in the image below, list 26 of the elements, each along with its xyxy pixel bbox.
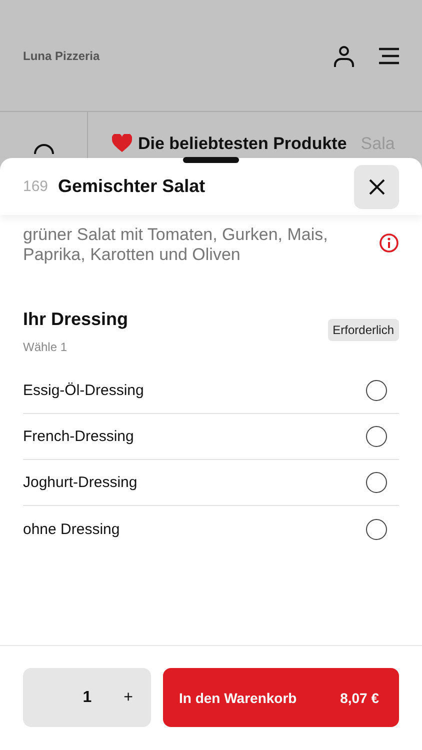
required-badge: Erforderlich — [328, 319, 399, 341]
user-icon[interactable] — [332, 44, 356, 68]
option-label: ohne Dressing — [23, 520, 120, 538]
group-hint: Wähle 1 — [23, 340, 68, 354]
radio-button[interactable] — [366, 472, 387, 493]
quantity-value: 1 — [82, 688, 92, 706]
group-title: Ihr Dressing — [23, 309, 130, 330]
increase-button[interactable]: + — [124, 688, 133, 706]
restaurant-name: Luna Pizzeria — [23, 48, 101, 62]
product-number: 169 — [23, 178, 48, 195]
category-tab[interactable]: Die beliebtesten Produkte — [138, 134, 347, 154]
option-label: Essig-Öl-Dressing — [23, 382, 144, 399]
option-label: Joghurt-Dressing — [23, 474, 138, 491]
heart-icon — [112, 134, 132, 152]
product-description: grüner Salat mit Tomaten, Gurken, Mais, Paprika, Karotten und Oliven — [23, 225, 329, 265]
radio-button[interactable] — [366, 426, 387, 447]
drag-handle[interactable] — [183, 157, 239, 163]
option-label: French-Dressing — [23, 428, 134, 445]
product-name: Gemischter Salat — [58, 176, 206, 197]
info-icon[interactable] — [379, 233, 399, 253]
close-button[interactable] — [354, 164, 399, 208]
radio-button[interactable] — [366, 518, 387, 540]
radio-button[interactable] — [366, 380, 387, 401]
menu-icon[interactable] — [378, 46, 400, 64]
close-icon — [368, 178, 384, 194]
add-to-cart-button[interactable]: In den Warenkorb 8,07 € — [163, 668, 399, 727]
